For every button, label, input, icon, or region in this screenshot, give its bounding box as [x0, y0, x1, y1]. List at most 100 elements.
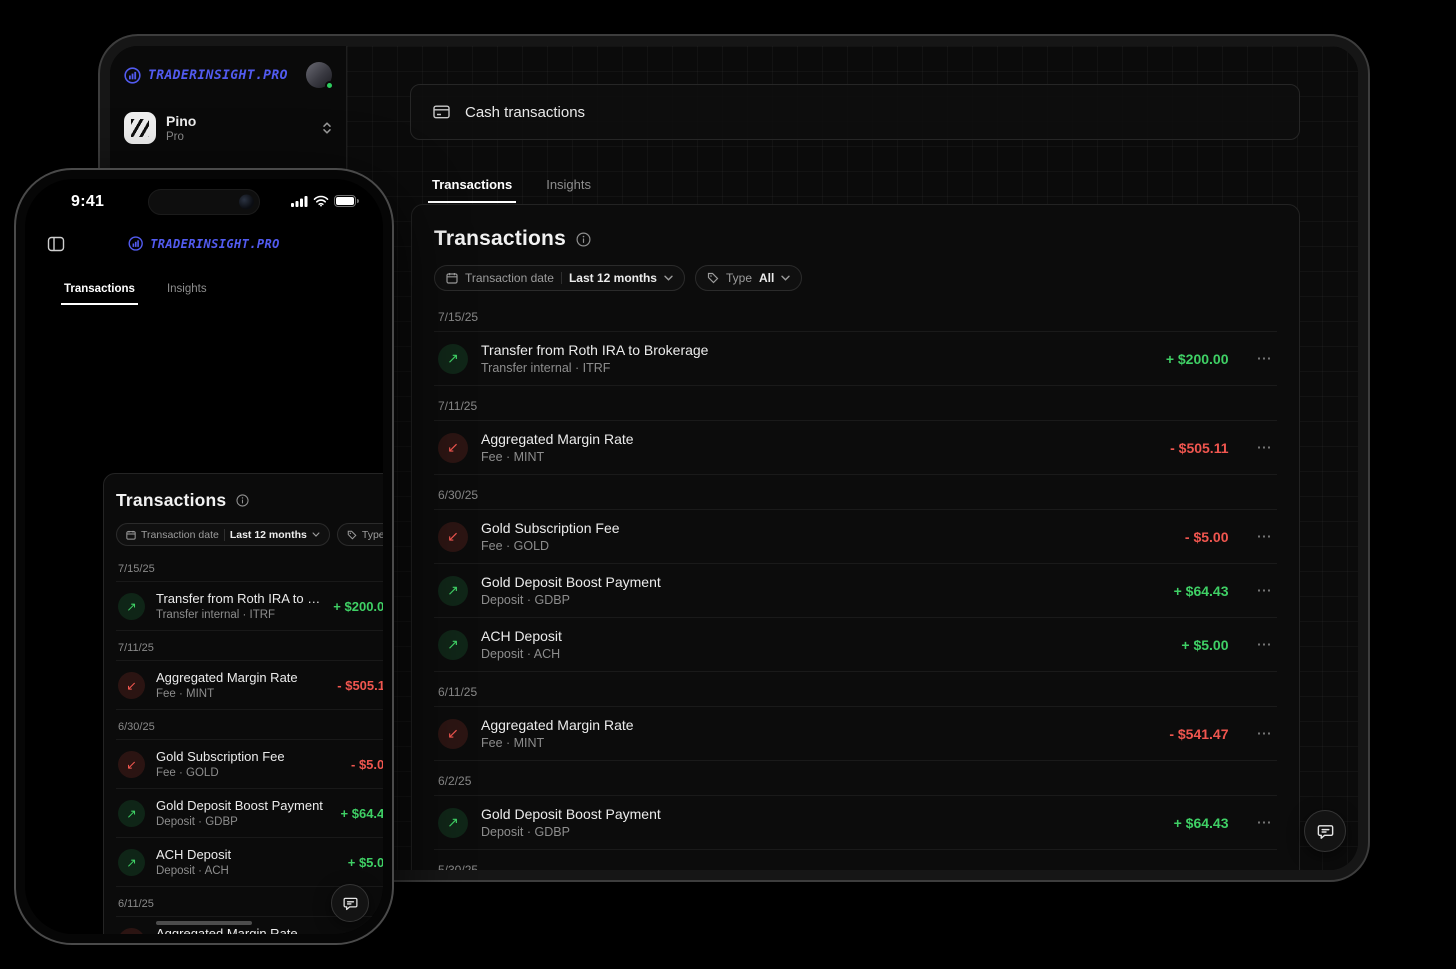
deposit-arrow-icon: ↗ [118, 799, 145, 827]
phone-header: TRADERINSIGHT.PRO [25, 233, 383, 259]
transaction-row[interactable]: ↗Transfer from Roth IRA to BrokerageTran… [116, 582, 383, 631]
filters-row: Transaction date Last 12 months [116, 523, 383, 546]
transaction-title: Transfer from Roth IRA to Brokerage [481, 342, 709, 358]
transaction-row[interactable]: ↙ Aggregated Margin Rate Fee · MINT - $541.… [434, 707, 1277, 761]
tablet-main: Cash transactions Transactions Insights … [347, 46, 1358, 870]
transaction-subtitle: Transfer internal · ITRF [481, 361, 611, 375]
tag-icon [347, 530, 357, 540]
transaction-info: ACH Deposit Deposit · ACH [481, 628, 562, 661]
tab-insights[interactable]: Insights [542, 177, 595, 203]
transaction-row[interactable]: ↙ Aggregated Margin Rate Fee · MINT - $505.… [116, 661, 383, 710]
tab-transactions[interactable]: Transactions [61, 283, 138, 305]
withdrawal-arrow-icon: ↙ [438, 521, 468, 552]
app-logo: TRADERINSIGHT.PRO [128, 236, 280, 251]
deposit-arrow-icon: ↗ [438, 343, 468, 374]
transaction-title: ACH Deposit [156, 847, 232, 862]
transaction-row[interactable]: ↙Gold Subscription FeeFee · GOLD- $5.00⋯ [116, 740, 383, 789]
transaction-title: Aggregated Margin Rate [156, 670, 298, 685]
chat-button[interactable] [1304, 810, 1346, 852]
cellular-signal-icon [291, 194, 308, 212]
row-menu-button[interactable]: ⋯ [1257, 815, 1274, 830]
chat-button[interactable] [331, 884, 369, 922]
logo-chart-icon [128, 236, 143, 251]
filter-type-label: Type [725, 271, 752, 285]
workspace-selector[interactable]: Pino Pro [124, 112, 332, 144]
transaction-subtitle: Deposit · GDBP [481, 593, 570, 607]
transaction-row[interactable]: ↗Transfer from Roth IRA to BrokerageTran… [434, 332, 1277, 386]
transaction-subtitle: Transfer internal · ITRF [156, 609, 276, 621]
transaction-info: Aggregated Margin RateFee · MINT [481, 717, 634, 750]
row-menu-button[interactable]: ⋯ [1257, 351, 1274, 366]
logo-text: TRADERINSIGHT.PRO [148, 67, 288, 83]
transaction-row[interactable]: ↗ Gold Deposit Boost Payment Deposit · GDB… [434, 796, 1277, 850]
withdrawal-arrow-icon: ↙ [118, 927, 145, 934]
transaction-title: Aggregated Margin Rate [156, 926, 298, 934]
row-menu-button[interactable]: ⋯ [1257, 440, 1274, 455]
home-indicator [156, 921, 252, 925]
transaction-row[interactable]: ↗ Gold Deposit Boost Payment Deposit · GDB… [434, 564, 1277, 618]
sidebar-toggle-button[interactable] [47, 235, 65, 253]
transaction-title: Gold Deposit Boost Payment [481, 574, 661, 590]
transaction-info: Transfer from Roth IRA to Brokerage Trans… [481, 342, 708, 375]
transaction-info: Gold Deposit Boost Payment Deposit · GDBP [156, 798, 323, 828]
filter-date-value: Last 12 months [229, 528, 307, 541]
page-title: Cash transactions [465, 103, 586, 121]
tab-transactions[interactable]: Transactions [428, 177, 517, 203]
filter-transaction-date[interactable]: Transaction date Last 12 months [434, 265, 685, 291]
chip-divider [223, 528, 225, 541]
tabs: Transactions Insights [61, 283, 383, 305]
transaction-amount: + $64.43 [1173, 814, 1229, 831]
info-icon[interactable] [576, 231, 591, 247]
panel-title: Transactions [434, 227, 566, 250]
row-menu-button[interactable]: ⋯ [1257, 583, 1274, 598]
calendar-icon [446, 272, 458, 284]
filter-transaction-date[interactable]: Transaction date Last 12 months [116, 523, 330, 546]
calendar-icon [126, 530, 136, 540]
chevron-down-icon [781, 275, 791, 281]
transaction-subtitle: Fee · MINT [156, 688, 215, 700]
deposit-arrow-icon: ↗ [438, 629, 468, 660]
transaction-row[interactable]: ↗ACH DepositDeposit · ACH+ $5.00⋯ [434, 618, 1277, 672]
transaction-info: Gold Deposit Boost Payment Deposit · GDBP [481, 806, 661, 839]
transaction-row[interactable]: ↗ Gold Deposit Boost Payment Deposit · GDB… [116, 789, 383, 838]
transaction-info: Aggregated Margin RateFee · MINT [156, 926, 298, 934]
tab-insights[interactable]: Insights [164, 283, 210, 305]
transaction-subtitle: Fee · GOLD [481, 539, 550, 553]
transaction-row[interactable]: ↙Gold Subscription FeeFee · GOLD- $5.00⋯ [434, 510, 1277, 564]
cash-transactions-icon [433, 104, 452, 120]
tabs: Transactions Insights [428, 177, 595, 203]
transaction-subtitle: Fee · MINT [481, 450, 545, 464]
transaction-subtitle: Deposit · GDBP [481, 825, 570, 839]
group-date: 6/30/25 [434, 475, 1277, 510]
transaction-row[interactable]: ↗ACH DepositDeposit · ACH+ $5.00⋯ [116, 838, 383, 887]
stage: TRADERINSIGHT.PRO Pino Pro Cash transact… [0, 0, 1456, 969]
filter-type[interactable]: Type All [336, 523, 383, 546]
transaction-title: Aggregated Margin Rate [481, 717, 634, 733]
transaction-title: Gold Subscription Fee [156, 749, 285, 764]
transaction-amount: + $5.00 [347, 854, 383, 870]
group-date: 7/11/25 [116, 631, 383, 661]
transaction-title: Gold Subscription Fee [481, 520, 620, 536]
row-menu-button[interactable]: ⋯ [1257, 529, 1274, 544]
transaction-title: Aggregated Margin Rate [481, 431, 634, 447]
info-icon[interactable] [236, 494, 249, 507]
transaction-amount: + $64.43 [1173, 582, 1229, 599]
workspace-name: Pino [166, 113, 197, 129]
user-avatar[interactable] [306, 62, 334, 90]
filter-type[interactable]: Type All [694, 265, 803, 291]
unfold-chevrons-icon [322, 121, 332, 135]
transaction-subtitle: Fee · GOLD [156, 767, 219, 779]
transaction-amount: + $200.00 [333, 598, 383, 614]
row-menu-button[interactable]: ⋯ [1257, 726, 1274, 741]
transactions-list: 7/15/25 ↗ Transfer from Roth IRA to Broker… [434, 297, 1277, 870]
group-date: 6/2/25 [434, 761, 1277, 796]
camera-notch [148, 189, 260, 215]
logo-chart-icon [124, 66, 141, 84]
transaction-info: Gold Subscription Fee Fee · GOLD [156, 749, 285, 779]
filter-type-label: Type [361, 528, 383, 541]
transaction-title: Gold Deposit Boost Payment [156, 798, 323, 813]
transaction-row[interactable]: ↙ Aggregated Margin Rate Fee · MINT - $505.… [434, 421, 1277, 475]
transaction-subtitle: Deposit · GDBP [156, 816, 238, 828]
chevron-down-icon [312, 532, 320, 537]
row-menu-button[interactable]: ⋯ [1257, 637, 1274, 652]
